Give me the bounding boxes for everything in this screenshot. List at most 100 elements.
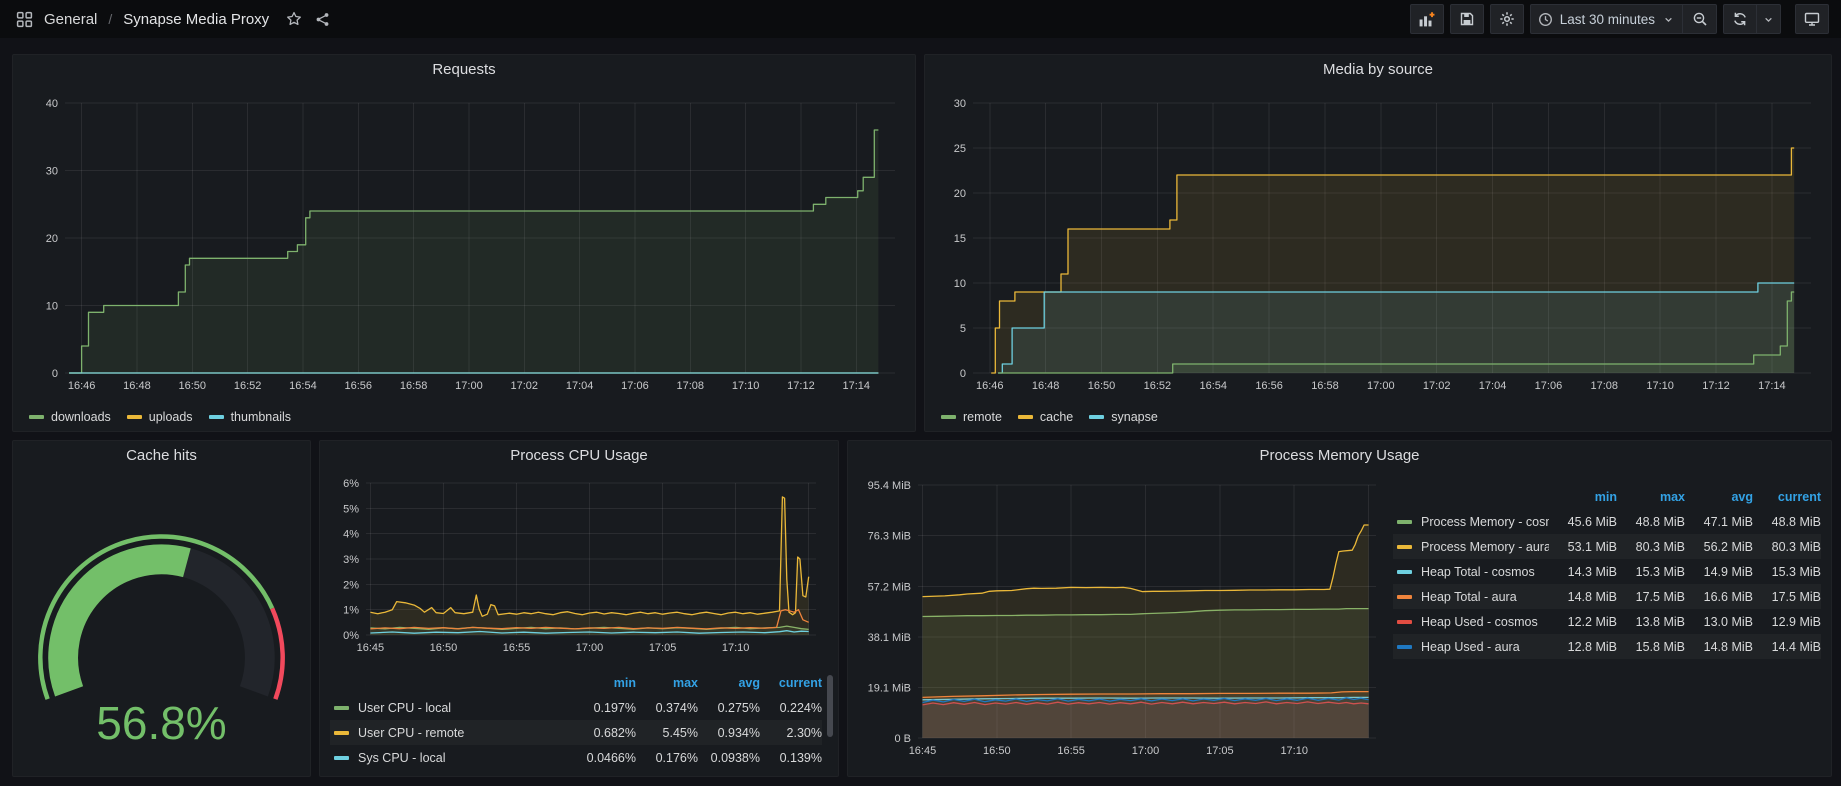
legend-value-min: 0.0466% — [574, 751, 636, 765]
legend-value-avg: 14.9 MiB — [1685, 565, 1753, 579]
x-axis-tick-label: 16:45 — [357, 642, 385, 654]
legend-item-cache[interactable]: cache — [1018, 410, 1073, 424]
legend-row: User CPU - local0.197%0.374%0.275%0.224% — [330, 695, 822, 720]
dashboard-settings-button[interactable] — [1490, 4, 1524, 34]
legend-series-label[interactable]: Heap Used - cosmos — [1421, 615, 1549, 629]
y-axis-tick-label: 0 — [960, 368, 966, 380]
y-axis-tick-label: 30 — [46, 166, 58, 178]
zoom-out-button[interactable] — [1683, 4, 1717, 34]
time-range-label: Last 30 minutes — [1560, 12, 1655, 27]
add-panel-button[interactable] — [1410, 4, 1444, 34]
legend-series-label: thumbnails — [231, 410, 291, 424]
breadcrumb-section[interactable]: General — [44, 11, 97, 28]
legend-item-downloads[interactable]: downloads — [29, 410, 111, 424]
legend-color-chip — [941, 415, 956, 419]
legend-color-chip — [334, 731, 349, 735]
toolbar: Last 30 minutes — [1410, 4, 1829, 34]
legend-item-uploads[interactable]: uploads — [127, 410, 193, 424]
cpu-chart[interactable]: 0%1%2%3%4%5%6%16:4516:5016:5517:0017:051… — [328, 471, 824, 659]
series-fill-downloads — [69, 130, 878, 373]
legend-header-row: minmaxavgcurrent — [1393, 485, 1821, 509]
legend-value-avg: 56.2 MiB — [1685, 540, 1753, 554]
refresh-button[interactable] — [1723, 4, 1757, 34]
requests-chart[interactable]: 01020304016:4616:4816:5016:5216:5416:561… — [21, 85, 907, 397]
x-axis-tick-label: 17:05 — [1206, 745, 1234, 757]
save-dashboard-button[interactable] — [1450, 4, 1484, 34]
x-axis-tick-label: 16:55 — [503, 642, 531, 654]
cycle-view-mode-button[interactable] — [1795, 4, 1829, 34]
legend-series-label[interactable]: User CPU - remote — [358, 726, 574, 740]
legend-value-avg: 47.1 MiB — [1685, 515, 1753, 529]
favorite-star-icon[interactable] — [284, 9, 304, 29]
x-axis-tick-label: 17:02 — [1423, 380, 1451, 392]
clock-icon — [1538, 12, 1553, 27]
legend-row: Heap Used - cosmos12.2 MiB13.8 MiB13.0 M… — [1393, 609, 1821, 634]
legend-row: Process Memory - aura53.1 MiB80.3 MiB56.… — [1393, 534, 1821, 559]
chevron-down-icon — [1762, 13, 1775, 26]
share-icon[interactable] — [313, 10, 332, 29]
y-axis-tick-label: 3% — [343, 554, 359, 566]
legend-series-label: uploads — [149, 410, 193, 424]
legend-color-chip — [127, 415, 142, 419]
legend-header-min[interactable]: min — [574, 676, 636, 690]
x-axis-tick-label: 17:04 — [566, 380, 594, 392]
legend-header-min[interactable]: min — [1549, 490, 1617, 504]
legend-value-min: 0.682% — [574, 726, 636, 740]
legend-item-thumbnails[interactable]: thumbnails — [209, 410, 291, 424]
save-icon — [1459, 11, 1475, 27]
legend-value-avg: 14.8 MiB — [1685, 640, 1753, 654]
refresh-interval-dropdown[interactable] — [1757, 4, 1781, 34]
legend-value-max: 0.374% — [636, 701, 698, 715]
chevron-down-icon — [1662, 13, 1675, 26]
x-axis-tick-label: 17:06 — [621, 380, 649, 392]
legend-series-label[interactable]: Heap Total - aura — [1421, 590, 1549, 604]
legend-series-label[interactable]: Process Memory - aura — [1421, 540, 1549, 554]
legend-series-label[interactable]: Heap Total - cosmos — [1421, 565, 1549, 579]
page-title[interactable]: Synapse Media Proxy — [123, 11, 269, 28]
legend-color-chip — [1018, 415, 1033, 419]
y-axis-tick-label: 5 — [960, 323, 966, 335]
legend-header-avg[interactable]: avg — [698, 676, 760, 690]
x-axis-tick-label: 17:04 — [1479, 380, 1507, 392]
legend-header-max[interactable]: max — [636, 676, 698, 690]
time-picker-button[interactable]: Last 30 minutes — [1530, 4, 1683, 34]
legend-value-avg: 0.0938% — [698, 751, 760, 765]
legend-series-label[interactable]: Sys CPU - local — [358, 751, 574, 765]
x-axis-tick-label: 17:00 — [1367, 380, 1395, 392]
x-axis-tick-label: 16:50 — [179, 380, 207, 392]
legend-header-current[interactable]: current — [760, 676, 822, 690]
legend-color-chip — [334, 706, 349, 710]
legend-color-chip — [334, 756, 349, 760]
panel-title-requests[interactable]: Requests — [13, 61, 915, 78]
panel-title-media[interactable]: Media by source — [925, 61, 1831, 78]
panel-title-cache-hits[interactable]: Cache hits — [13, 447, 310, 464]
legend-header-avg[interactable]: avg — [1685, 490, 1753, 504]
x-axis-tick-label: 17:10 — [732, 380, 760, 392]
panel-title-cpu[interactable]: Process CPU Usage — [320, 447, 838, 464]
apps-grid-icon[interactable] — [14, 9, 35, 30]
legend-value-max: 80.3 MiB — [1617, 540, 1685, 554]
legend-item-synapse[interactable]: synapse — [1089, 410, 1158, 424]
x-axis-tick-label: 17:14 — [843, 380, 871, 392]
y-axis-tick-label: 19.1 MiB — [868, 682, 911, 694]
y-axis-tick-label: 38.1 MiB — [868, 632, 911, 644]
media-legend: remote cache synapse — [941, 410, 1158, 424]
legend-header-max[interactable]: max — [1617, 490, 1685, 504]
legend-series-label[interactable]: User CPU - local — [358, 701, 574, 715]
legend-header-current[interactable]: current — [1753, 490, 1821, 504]
panel-title-memory[interactable]: Process Memory Usage — [848, 447, 1831, 464]
legend-row: User CPU - remote0.682%5.45%0.934%2.30% — [330, 720, 822, 745]
x-axis-tick-label: 16:56 — [345, 380, 373, 392]
x-axis-tick-label: 16:58 — [1311, 380, 1339, 392]
media-chart[interactable]: 05101520253016:4616:4816:5016:5216:5416:… — [933, 85, 1823, 397]
legend-item-remote[interactable]: remote — [941, 410, 1002, 424]
monitor-icon — [1804, 11, 1820, 27]
x-axis-tick-label: 16:46 — [68, 380, 96, 392]
legend-series-label[interactable]: Process Memory - cosmos — [1421, 515, 1549, 529]
legend-series-label[interactable]: Heap Used - aura — [1421, 640, 1549, 654]
legend-value-min: 53.1 MiB — [1549, 540, 1617, 554]
legend-value-current: 48.8 MiB — [1753, 515, 1821, 529]
memory-chart[interactable]: 0 B19.1 MiB38.1 MiB57.2 MiB76.3 MiB95.4 … — [854, 471, 1382, 762]
panel-requests: Requests 01020304016:4616:4816:5016:5216… — [12, 54, 916, 432]
cpu-legend-scrollbar[interactable] — [827, 675, 833, 737]
